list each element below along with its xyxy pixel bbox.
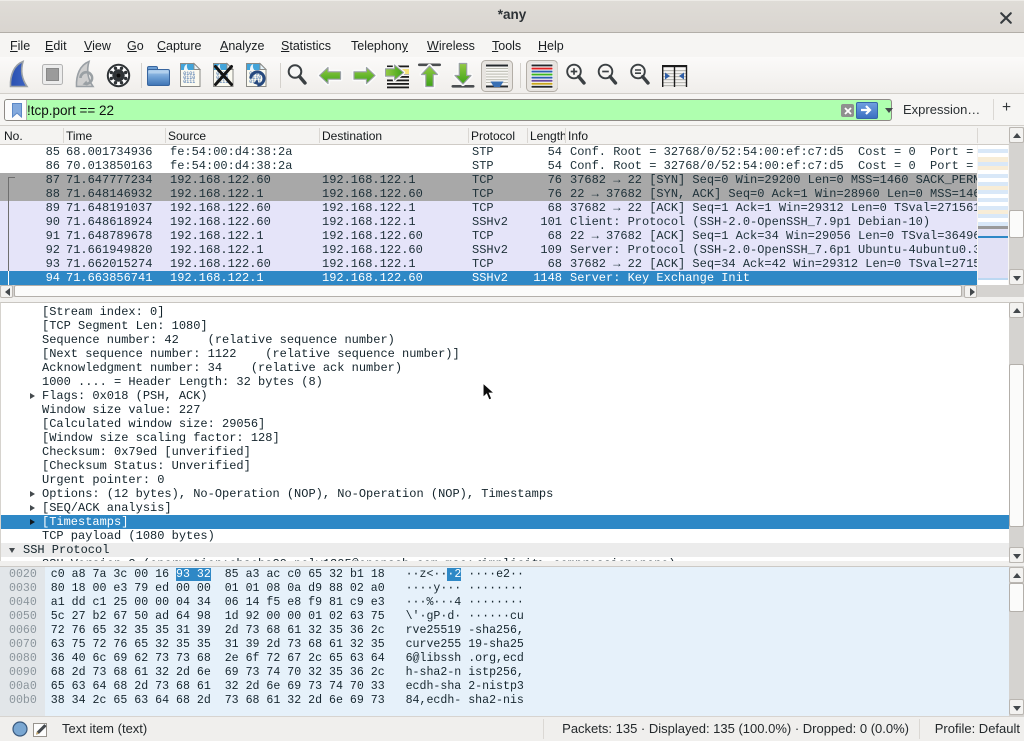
svg-text:0111: 0111 bbox=[183, 79, 195, 85]
